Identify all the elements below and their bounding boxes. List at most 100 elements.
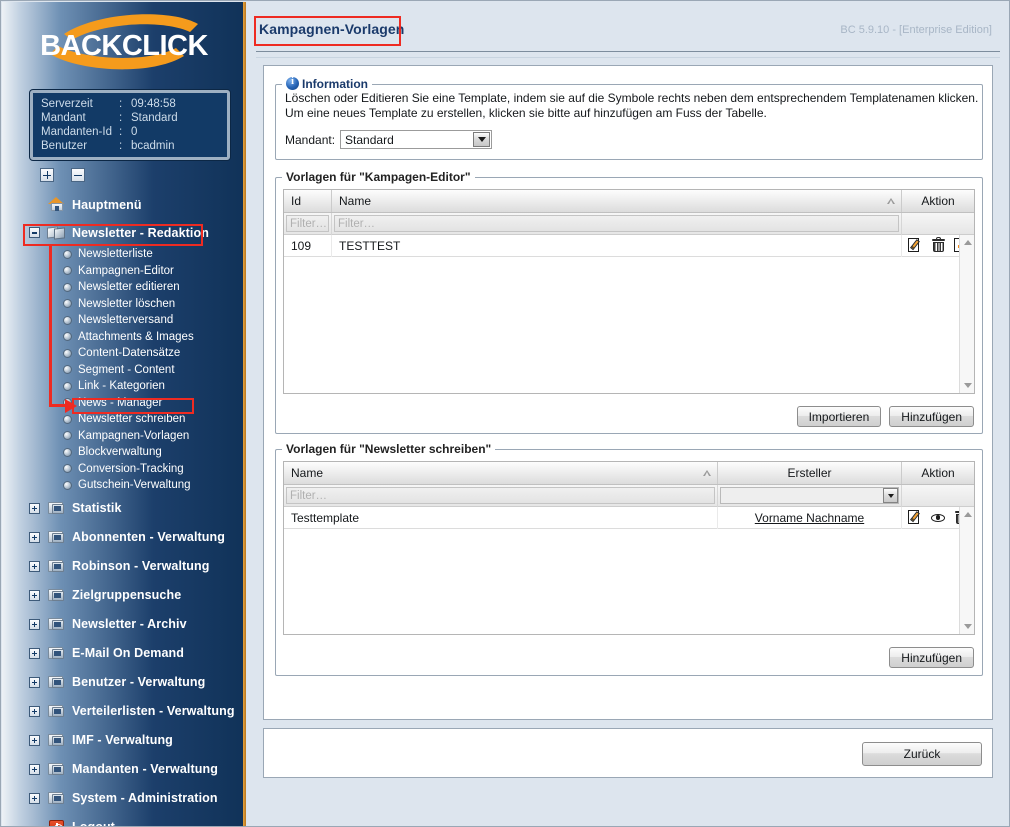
toggle-plus-icon[interactable] xyxy=(29,792,40,804)
sidebar-item-newsletter-archiv[interactable]: Newsletter - Archiv xyxy=(2,610,246,639)
table1-filter-id-input[interactable]: Filter… xyxy=(286,215,329,232)
footer-bar: Zurück xyxy=(263,728,993,778)
sidebar-item-logout[interactable]: Logout xyxy=(2,813,246,826)
scroll-down-icon[interactable] xyxy=(960,619,974,634)
toggle-plus-icon[interactable] xyxy=(29,502,40,514)
toggle-minus-icon[interactable] xyxy=(29,227,40,238)
information-line-2: Um eine neues Template zu erstellen, kli… xyxy=(285,106,767,120)
table1-column-name[interactable]: Name xyxy=(332,190,902,212)
sidebar-item-statistik[interactable]: Statistik xyxy=(2,494,246,523)
sidebar-subitem-conversion-tracking[interactable]: Conversion-Tracking xyxy=(2,461,246,478)
table1-filter-row: Filter… Filter… xyxy=(284,212,974,235)
status-value: 09:48:58 xyxy=(131,98,176,110)
table1-column-id[interactable]: Id xyxy=(284,190,332,212)
info-icon xyxy=(286,76,299,90)
expand-all-button[interactable] xyxy=(40,168,54,182)
sidebar-subitem-newsletter-editieren[interactable]: Newsletter editieren xyxy=(2,279,246,296)
sidebar-item-verteilerlisten-verwaltung[interactable]: Verteilerlisten - Verwaltung xyxy=(2,697,246,726)
sidebar-item-label: Benutzer - Verwaltung xyxy=(72,675,206,689)
back-button[interactable]: Zurück xyxy=(862,742,982,766)
sidebar-subitem-newsletterliste[interactable]: Newsletterliste xyxy=(2,246,246,263)
edit-icon[interactable] xyxy=(907,238,923,253)
toggle-plus-icon[interactable] xyxy=(29,589,40,601)
edit-icon[interactable] xyxy=(907,510,923,525)
sidebar-item-label: Abonnenten - Verwaltung xyxy=(72,530,225,544)
sidebar-subitem-newsletterversand[interactable]: Newsletterversand xyxy=(2,312,246,329)
status-row-mandant: Mandant : Standard xyxy=(41,111,178,125)
scroll-up-icon[interactable] xyxy=(960,507,974,522)
table2-filter-creator-cell xyxy=(718,484,902,507)
sidebar-item-benutzer-verwaltung[interactable]: Benutzer - Verwaltung xyxy=(2,668,246,697)
toggle-plus-icon[interactable] xyxy=(29,676,40,688)
toggle-plus-icon[interactable] xyxy=(29,531,40,543)
folder-icon xyxy=(48,617,65,631)
sidebar-subitem-label: Conversion-Tracking xyxy=(78,462,184,475)
newspaper-icon xyxy=(47,225,66,240)
sidebar-item-system-administration[interactable]: System - Administration xyxy=(2,784,246,813)
sidebar-item-imf-verwaltung[interactable]: IMF - Verwaltung xyxy=(2,726,246,755)
sidebar-subitem-attachments-images[interactable]: Attachments & Images xyxy=(2,329,246,346)
mandant-row: Mandant: Standard xyxy=(285,130,982,149)
scroll-down-icon[interactable] xyxy=(960,378,974,393)
sidebar-subitem-content-datensaetze[interactable]: Content-Datensätze xyxy=(2,345,246,362)
status-value: Standard xyxy=(131,112,178,124)
table2-button-row: Hinzufügen xyxy=(889,647,974,668)
table2-column-name[interactable]: Name xyxy=(284,462,718,484)
toggle-plus-icon[interactable] xyxy=(29,647,40,659)
toggle-plus-icon[interactable] xyxy=(29,618,40,630)
newsletter-schreiben-templates-section: Vorlagen für "Newsletter schreiben" Name… xyxy=(275,442,983,676)
sidebar-item-label: Verteilerlisten - Verwaltung xyxy=(72,704,235,718)
table2-scrollbar[interactable] xyxy=(959,507,974,634)
chevron-down-icon[interactable] xyxy=(883,488,898,503)
bullet-icon xyxy=(63,431,72,441)
mandant-select[interactable]: Standard xyxy=(340,130,493,149)
sidebar-subitem-label: Attachments & Images xyxy=(78,330,194,343)
sidebar-subitem-gutschein-verwaltung[interactable]: Gutschein-Verwaltung xyxy=(2,477,246,494)
sidebar-item-label: Zielgruppensuche xyxy=(72,588,182,602)
sidebar-subitem-label: Newsletterliste xyxy=(78,248,153,261)
sidebar-subitem-kampagnen-vorlagen[interactable]: Kampagnen-Vorlagen xyxy=(2,428,246,445)
scroll-up-icon[interactable] xyxy=(960,235,974,250)
table-row[interactable]: 109 TESTTEST xyxy=(284,235,974,257)
table2-column-ersteller[interactable]: Ersteller xyxy=(718,462,902,484)
chevron-down-icon[interactable] xyxy=(473,132,491,147)
sidebar-subitem-label: Kampagnen-Editor xyxy=(78,264,174,277)
sidebar-item-mandanten-verwaltung[interactable]: Mandanten - Verwaltung xyxy=(2,755,246,784)
sidebar-subitem-label: Newsletter löschen xyxy=(78,297,176,310)
main-content: Kampagnen-Vorlagen BC 5.9.10 - [Enterpri… xyxy=(246,2,1009,826)
sidebar-subitem-label: Blockverwaltung xyxy=(78,446,162,459)
table-row[interactable]: Testtemplate Vorname Nachname xyxy=(284,507,974,529)
table2-filter-creator-select[interactable] xyxy=(720,487,899,504)
sidebar-subitem-newsletter-schreiben[interactable]: Newsletter schreiben xyxy=(2,411,246,428)
sidebar-subitem-newsletter-loeschen[interactable]: Newsletter löschen xyxy=(2,296,246,313)
toggle-plus-icon[interactable] xyxy=(29,560,40,572)
sidebar-subitem-segment-content[interactable]: Segment - Content xyxy=(2,362,246,379)
sidebar-subitem-kampagnen-editor[interactable]: Kampagnen-Editor xyxy=(2,263,246,280)
sidebar-item-hauptmenue[interactable]: Hauptmenü xyxy=(2,190,246,219)
toggle-plus-icon[interactable] xyxy=(29,763,40,775)
sidebar-item-label: System - Administration xyxy=(72,791,218,805)
sidebar-item-email-on-demand[interactable]: E-Mail On Demand xyxy=(2,639,246,668)
preview-icon[interactable] xyxy=(931,510,946,525)
add-template-button-2[interactable]: Hinzufügen xyxy=(889,647,974,668)
table1-filter-name-input[interactable]: Filter… xyxy=(334,215,899,232)
table1-scrollbar[interactable] xyxy=(959,235,974,393)
toggle-plus-icon[interactable] xyxy=(29,734,40,746)
table2-filter-name-input[interactable]: Filter… xyxy=(286,487,715,504)
folder-icon xyxy=(48,646,65,660)
sidebar-item-newsletter-redaktion[interactable]: Newsletter - Redaktion xyxy=(2,219,246,246)
sidebar-subitem-news-manager[interactable]: News - Manager xyxy=(2,395,246,412)
import-button[interactable]: Importieren xyxy=(796,406,882,427)
toggle-plus-icon[interactable] xyxy=(29,705,40,717)
sidebar-item-zielgruppensuche[interactable]: Zielgruppensuche xyxy=(2,581,246,610)
add-template-button-1[interactable]: Hinzufügen xyxy=(889,406,974,427)
sidebar-item-robinson-verwaltung[interactable]: Robinson - Verwaltung xyxy=(2,552,246,581)
bullet-icon xyxy=(63,464,72,474)
collapse-all-button[interactable] xyxy=(71,168,86,182)
delete-icon[interactable] xyxy=(931,237,946,253)
creator-link[interactable]: Vorname Nachname xyxy=(755,511,864,525)
sidebar-item-abonnenten-verwaltung[interactable]: Abonnenten - Verwaltung xyxy=(2,523,246,552)
sidebar-subitem-label: Content-Datensätze xyxy=(78,347,181,360)
sidebar-subitem-link-kategorien[interactable]: Link - Kategorien xyxy=(2,378,246,395)
sidebar-subitem-blockverwaltung[interactable]: Blockverwaltung xyxy=(2,444,246,461)
